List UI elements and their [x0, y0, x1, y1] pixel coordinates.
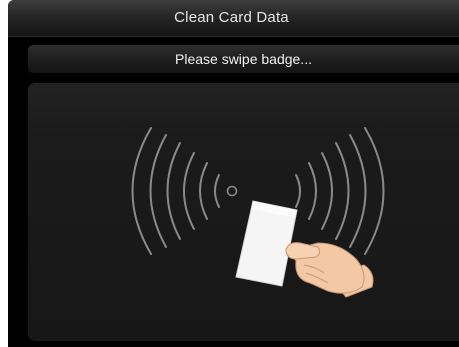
- device-screen: Clean Card Data Please swipe badge...: [8, 0, 459, 347]
- title-bar: Clean Card Data: [8, 0, 459, 37]
- card-swipe-panel: [28, 83, 459, 341]
- badge-card-icon: [235, 200, 298, 287]
- card-swipe-icon: [131, 127, 385, 298]
- hand-icon: [285, 242, 374, 298]
- page-title: Clean Card Data: [174, 9, 289, 26]
- status-message: Please swipe badge...: [28, 45, 459, 73]
